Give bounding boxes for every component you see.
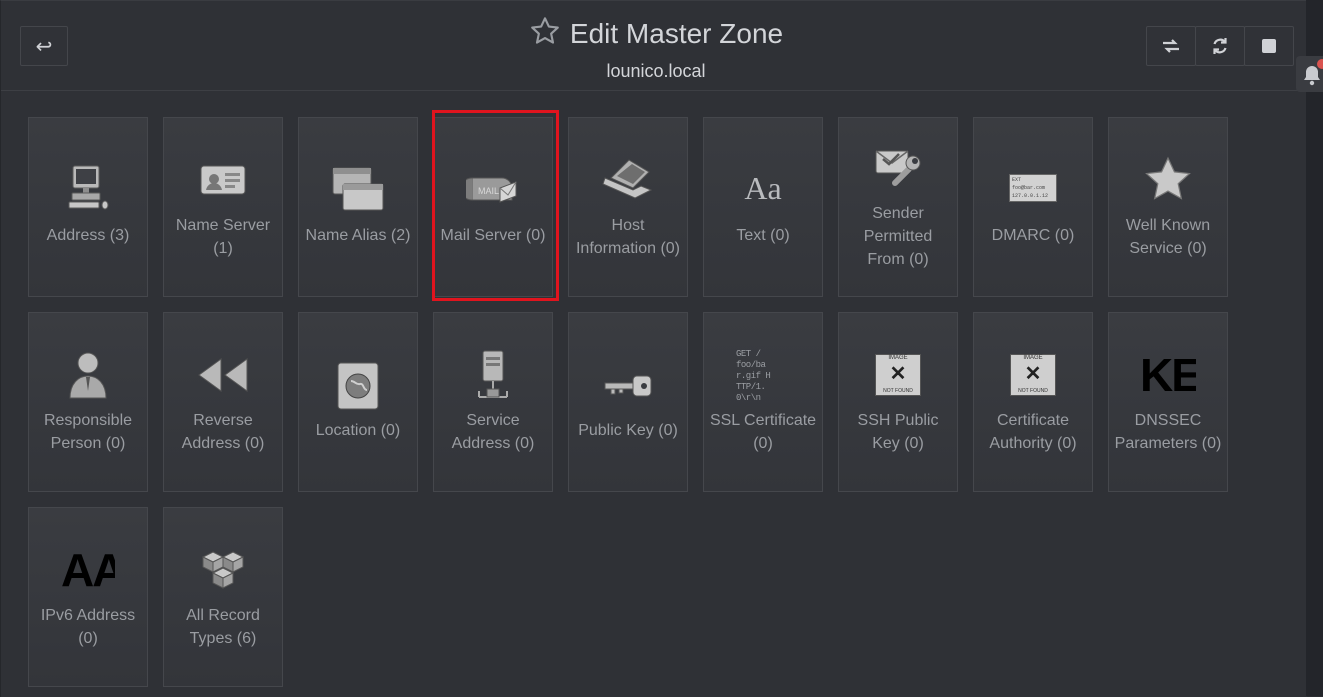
- tile-label: IPv6 Address (0): [40, 607, 136, 647]
- dmarc-card-icon: EXT foo@bar.com 127.0.0.1.12: [974, 160, 1092, 216]
- rewind-icon: [164, 347, 282, 403]
- swap-icon: [1163, 39, 1179, 53]
- tile-ssh-public-key[interactable]: IMAGE ✕ NOT FOUND SSH Public Key (0): [838, 312, 958, 492]
- cubes-icon: [164, 542, 282, 598]
- image-not-found-icon: IMAGE ✕ NOT FOUND: [839, 347, 957, 403]
- tile-label: Name Alias (2): [305, 227, 411, 244]
- tile-well-known-service[interactable]: Well Known Service (0): [1108, 117, 1228, 297]
- notification-button[interactable]: [1296, 56, 1323, 92]
- back-arrow-icon: ↩: [35, 35, 53, 58]
- laptop-icon: [569, 150, 687, 206]
- tile-location[interactable]: Location (0): [298, 312, 418, 492]
- tile-label: Sender Permitted From (0): [863, 205, 933, 268]
- header: ↩ Edit Master Zone lounico.local: [1, 1, 1307, 91]
- windows-icon: [299, 160, 417, 216]
- tile-label: Text (0): [736, 227, 790, 244]
- tile-ipv6-address[interactable]: AA IPv6 Address (0): [28, 507, 148, 687]
- title-block: Edit Master Zone lounico.local: [451, 15, 861, 82]
- star-icon: [1109, 152, 1227, 208]
- tile-label: Location (0): [315, 422, 401, 439]
- zone-name: lounico.local: [606, 61, 706, 81]
- tile-label: Responsible Person (0): [43, 412, 133, 452]
- tile-label: Service Address (0): [451, 412, 535, 452]
- computer-icon: [29, 160, 147, 216]
- tile-host-information[interactable]: Host Information (0): [568, 117, 688, 297]
- tile-label: Host Information (0): [575, 217, 681, 257]
- globe-icon: [299, 358, 417, 414]
- ipv6-aa-icon: AA: [61, 544, 115, 596]
- tile-name-alias[interactable]: Name Alias (2): [298, 117, 418, 297]
- tile-dnssec-parameters[interactable]: KE DNSSEC Parameters (0): [1108, 312, 1228, 492]
- stop-button[interactable]: [1244, 26, 1294, 66]
- tile-label: All Record Types (6): [186, 607, 260, 647]
- tile-certificate-authority[interactable]: IMAGE ✕ NOT FOUND Certificate Authority …: [973, 312, 1093, 492]
- tile-sender-permitted-from[interactable]: Sender Permitted From (0): [838, 117, 958, 297]
- tile-label: DNSSEC Parameters (0): [1114, 412, 1222, 452]
- key-icon: [569, 358, 687, 414]
- tile-label: Certificate Authority (0): [989, 412, 1077, 452]
- tile-responsible-person[interactable]: Responsible Person (0): [28, 312, 148, 492]
- tile-label: Well Known Service (0): [1125, 217, 1211, 257]
- tile-label: Public Key (0): [578, 422, 678, 439]
- tile-address[interactable]: Address (3): [28, 117, 148, 297]
- tile-public-key[interactable]: Public Key (0): [568, 312, 688, 492]
- image-not-found-icon: IMAGE ✕ NOT FOUND: [974, 347, 1092, 403]
- tile-mail-server[interactable]: MAIL Mail Server (0): [433, 117, 553, 297]
- tile-dmarc[interactable]: EXT foo@bar.com 127.0.0.1.12 DMARC (0): [973, 117, 1093, 297]
- ssl-text-icon: GET / foo/ba r.gif H TTP/1. 0\r\n: [736, 348, 771, 403]
- tile-label: DMARC (0): [991, 227, 1075, 244]
- tile-label: Address (3): [46, 227, 130, 244]
- back-button[interactable]: ↩: [20, 26, 68, 66]
- tile-all-record-types[interactable]: All Record Types (6): [163, 507, 283, 687]
- notification-badge: [1317, 59, 1323, 69]
- envelope-wrench-icon: [839, 138, 957, 194]
- tile-label: SSH Public Key (0): [857, 412, 939, 452]
- id-card-icon: [164, 152, 282, 208]
- main-panel: ↩ Edit Master Zone lounico.local Address…: [0, 0, 1307, 697]
- refresh-icon: [1213, 38, 1227, 54]
- swap-button[interactable]: [1146, 26, 1196, 66]
- server-icon: [434, 347, 552, 403]
- right-edge-panel: [1306, 0, 1323, 696]
- person-icon: [29, 347, 147, 403]
- tile-reverse-address[interactable]: Reverse Address (0): [163, 312, 283, 492]
- tile-label: Reverse Address (0): [181, 412, 265, 452]
- tile-label: Mail Server (0): [440, 227, 546, 244]
- refresh-button[interactable]: [1195, 26, 1245, 66]
- text-aa-icon: Aa: [744, 169, 782, 206]
- tile-name-server[interactable]: Name Server (1): [163, 117, 283, 297]
- tile-text[interactable]: Aa Text (0): [703, 117, 823, 297]
- tile-service-address[interactable]: Service Address (0): [433, 312, 553, 492]
- tile-label: SSL Certificate (0): [709, 412, 817, 452]
- page-title: Edit Master Zone: [569, 17, 784, 49]
- tile-ssl-certificate[interactable]: GET / foo/ba r.gif H TTP/1. 0\r\n SSL Ce…: [703, 312, 823, 492]
- header-button-group: [1146, 26, 1294, 66]
- svg-text:MAIL: MAIL: [478, 186, 499, 196]
- dnssec-ke-icon: KE: [1140, 349, 1196, 401]
- favorite-star-icon[interactable]: [529, 15, 561, 52]
- stop-icon: [1262, 39, 1276, 53]
- mailbox-icon: MAIL: [434, 160, 552, 216]
- tile-label: Name Server (1): [175, 217, 271, 257]
